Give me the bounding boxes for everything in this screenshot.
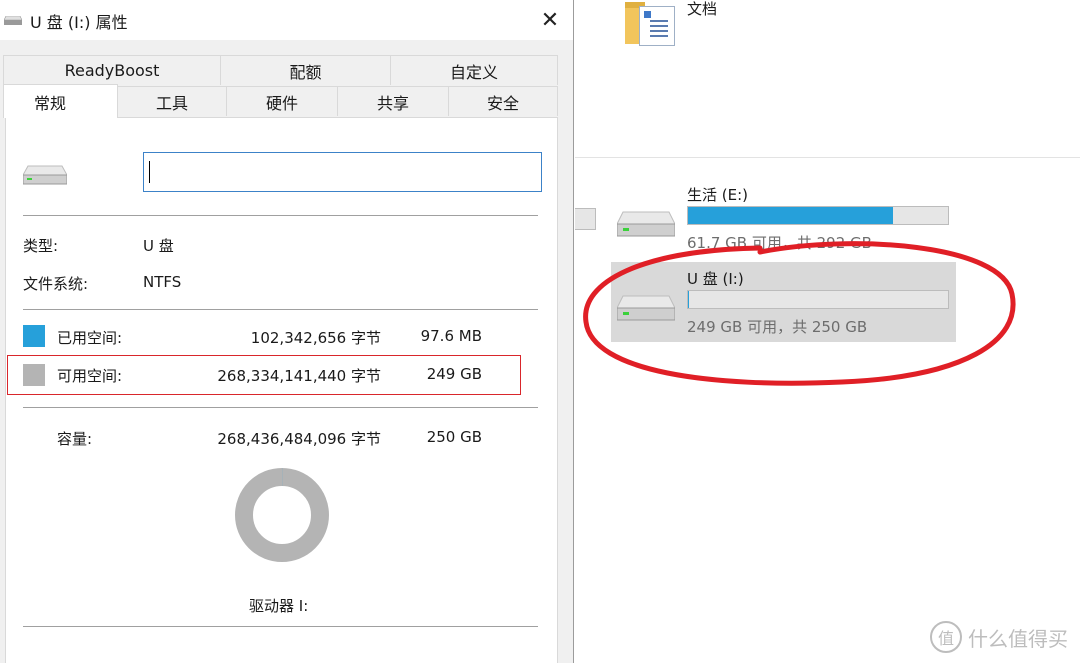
tab-hardware[interactable]: 硬件 <box>226 86 338 116</box>
tab-security[interactable]: 安全 <box>448 86 558 116</box>
tab-quota[interactable]: 配额 <box>220 55 391 85</box>
tab-customize[interactable]: 自定义 <box>390 55 558 85</box>
separator <box>23 309 538 310</box>
filesystem-value: NTFS <box>143 273 182 291</box>
free-space-label: 可用空间: <box>57 367 123 385</box>
drive-letter-label: 驱动器 I: <box>249 597 309 615</box>
free-space-swatch <box>23 364 45 386</box>
close-icon: ✕ <box>540 7 560 33</box>
drive-properties-dialog: U 盘 (I:) 属性 ✕ ReadyBoost 配额 自定义 常规 工具 硬件… <box>0 0 574 663</box>
drive-usage-bar <box>687 206 949 225</box>
separator <box>23 215 538 216</box>
tab-tools[interactable]: 工具 <box>117 86 227 116</box>
drive-icon <box>23 165 67 185</box>
folder-label: 文档 <box>687 0 718 18</box>
tab-sharing[interactable]: 共享 <box>337 86 449 116</box>
used-space-label: 已用空间: <box>57 329 123 347</box>
file-explorer-window: 文档 生活 (E:) 61.7 GB 可用，共 292 GB U 盘 (I:) … <box>575 0 1080 663</box>
general-tab-panel: 类型: U 盘 文件系统: NTFS 已用空间: 102,342,656 字节 … <box>5 117 558 663</box>
drive-bar-partial <box>575 208 596 230</box>
document-icon <box>639 6 675 46</box>
capacity-label: 容量: <box>57 430 93 448</box>
filesystem-label: 文件系统: <box>23 275 89 293</box>
donut-free-ring <box>235 468 329 562</box>
separator <box>23 407 538 408</box>
drive-free-text: 61.7 GB 可用，共 292 GB <box>687 234 872 252</box>
drive-name-input[interactable] <box>143 152 542 192</box>
usb-drive-icon <box>4 16 22 25</box>
folder-documents[interactable]: 文档 <box>625 0 735 60</box>
drive-tile-e[interactable]: 生活 (E:) 61.7 GB 可用，共 292 GB <box>611 178 956 258</box>
dialog-title: U 盘 (I:) 属性 <box>30 13 128 32</box>
drive-name: 生活 (E:) <box>687 186 749 204</box>
close-button[interactable]: ✕ <box>527 0 573 40</box>
watermark-text: 什么值得买 <box>968 626 1068 651</box>
drive-tile-i[interactable]: U 盘 (I:) 249 GB 可用，共 250 GB <box>611 262 956 342</box>
disk-usage-donut <box>235 468 329 562</box>
drive-icon <box>617 211 675 237</box>
type-value: U 盘 <box>143 237 174 255</box>
separator <box>23 626 538 627</box>
tab-general[interactable]: 常规 <box>3 84 118 118</box>
capacity-size: 250 GB <box>426 428 482 446</box>
watermark: 值 什么值得买 <box>930 621 1068 653</box>
section-divider <box>575 157 1080 158</box>
type-label: 类型: <box>23 237 59 255</box>
text-caret <box>149 161 150 183</box>
used-space-swatch <box>23 325 45 347</box>
drive-usage-bar <box>687 290 949 309</box>
title-bar: U 盘 (I:) 属性 ✕ <box>0 0 573 40</box>
free-space-bytes: 268,334,141,440 字节 <box>217 367 381 385</box>
tab-readyboost[interactable]: ReadyBoost <box>3 55 221 85</box>
capacity-bytes: 268,436,484,096 字节 <box>217 430 381 448</box>
used-space-bytes: 102,342,656 字节 <box>250 329 381 347</box>
used-space-size: 97.6 MB <box>420 327 482 345</box>
free-space-size: 249 GB <box>426 365 482 383</box>
drive-free-text: 249 GB 可用，共 250 GB <box>687 318 868 336</box>
watermark-badge: 值 <box>930 621 962 653</box>
drive-icon <box>617 295 675 321</box>
drive-name: U 盘 (I:) <box>687 270 744 288</box>
